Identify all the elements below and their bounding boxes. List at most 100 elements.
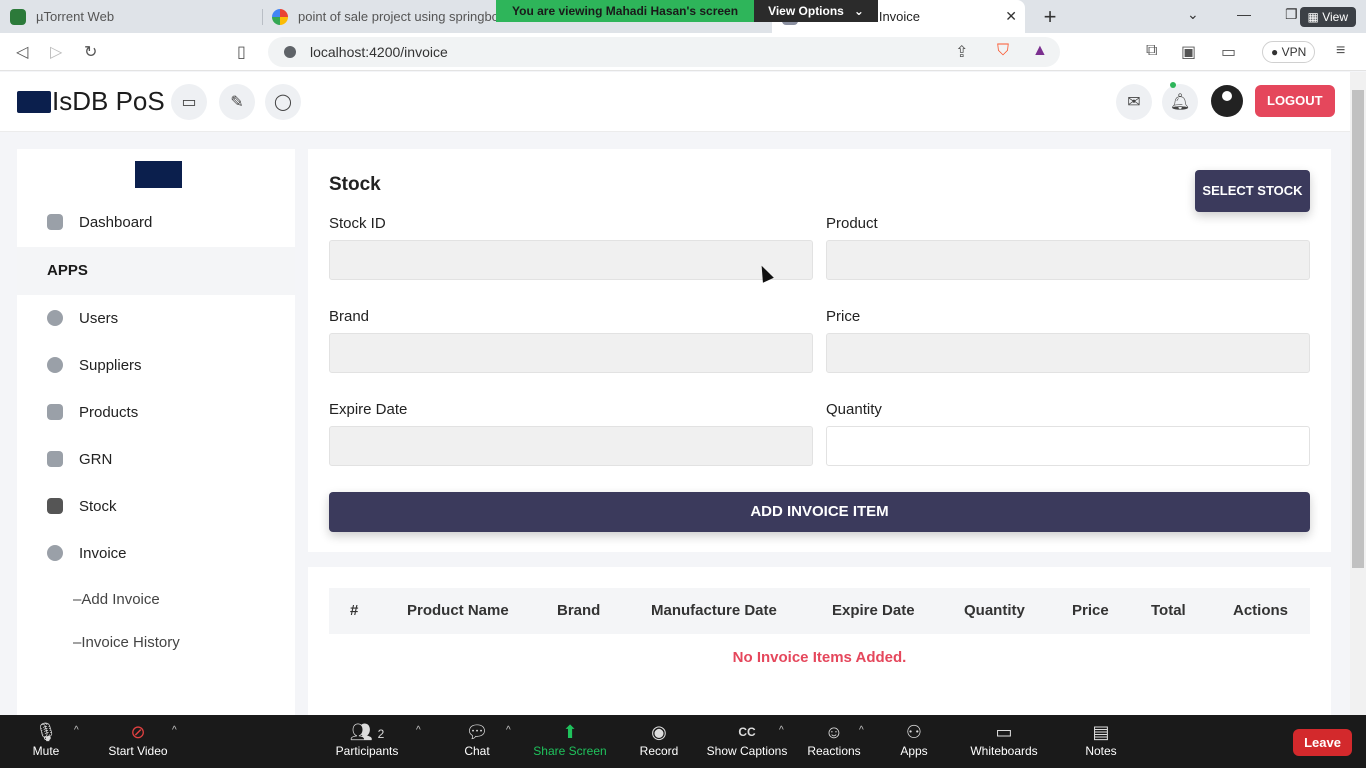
close-tab-icon[interactable]: ✕ [1005, 8, 1017, 25]
dashboard-icon [47, 214, 63, 230]
view-button-label: View [1322, 10, 1348, 24]
record-button[interactable]: ◉ Record [611, 720, 707, 758]
sidebar-item-label: Suppliers [79, 356, 142, 374]
video-options-chevron-icon[interactable]: ^ [172, 725, 177, 736]
sidebar-item-stock[interactable]: Stock [17, 486, 295, 526]
vpn-label: VPN [1281, 45, 1307, 59]
whiteboards-button[interactable]: ▭ Whiteboards [956, 720, 1052, 758]
notes-button[interactable]: ▤ Notes [1053, 720, 1149, 758]
vpn-button[interactable]: ● VPN [1262, 41, 1316, 63]
wallet-icon[interactable]: ▭ [1221, 42, 1236, 62]
user-avatar[interactable] [1211, 85, 1243, 117]
brand-field[interactable] [329, 333, 813, 373]
logout-button[interactable]: LOGOUT [1255, 85, 1335, 117]
sidebar-item-grn[interactable]: GRN [17, 439, 295, 479]
bookmark-icon[interactable]: ▯ [237, 42, 246, 62]
apps-icon: ⚇ [905, 722, 923, 742]
new-tab-button[interactable]: + [1040, 4, 1060, 30]
browser-toolbar: ◁ ▷ ↻ ▯ localhost:4200/invoice ⇪ ⛉ ▲ ⧉ ▣… [0, 33, 1366, 71]
sidebar-logo [135, 161, 182, 188]
participants-options-chevron-icon[interactable]: ^ [416, 725, 421, 736]
sidebar-toggle-icon[interactable]: ▣ [1181, 42, 1196, 62]
mute-options-chevron-icon[interactable]: ^ [74, 725, 79, 736]
minimize-icon[interactable]: — [1237, 6, 1251, 22]
participants-count: 2 [377, 727, 385, 741]
box-icon [47, 404, 63, 420]
browser-tab-google[interactable]: point of sale project using springbo [262, 0, 518, 33]
reload-icon[interactable]: ↻ [84, 42, 97, 62]
app-brand[interactable]: IsDB PoS [52, 86, 165, 117]
column-header-total: Total [1151, 602, 1186, 619]
control-label: Chat [464, 744, 490, 758]
view-options-button[interactable]: View Options ⌄ [754, 0, 878, 22]
sidebar-item-label: Stock [79, 497, 117, 515]
expire-date-field[interactable] [329, 426, 813, 466]
share-icon[interactable]: ⇪ [955, 42, 968, 62]
sidebar-item-label: Users [79, 309, 119, 327]
sidebar-item-label: Dashboard [79, 213, 153, 231]
invoice-items-table: # Product Name Brand Manufacture Date Ex… [308, 567, 1331, 715]
bell-icon[interactable]: 🔔︎ [1162, 84, 1198, 120]
share-screen-icon: ⬆ [562, 722, 578, 742]
whiteboard-icon: ▭ [995, 722, 1013, 742]
app-logo[interactable] [17, 91, 51, 113]
chat-options-chevron-icon[interactable]: ^ [506, 725, 511, 736]
control-label: Record [639, 744, 679, 758]
stock-form-card: Stock SELECT STOCK Stock ID Product Bran… [308, 149, 1331, 552]
page-scrollbar[interactable] [1350, 72, 1366, 715]
notes-icon: ▤ [1092, 722, 1110, 742]
share-screen-button[interactable]: ⬆ Share Screen [522, 720, 618, 758]
address-bar[interactable]: localhost:4200/invoice [268, 37, 1060, 67]
browser-tab-utorrent[interactable]: µTorrent Web [0, 0, 260, 33]
column-header-number: # [350, 602, 359, 619]
users-icon [47, 310, 63, 326]
restore-icon[interactable]: ❐ [1285, 6, 1298, 23]
column-header-quantity: Quantity [964, 602, 1025, 619]
control-label: Notes [1085, 744, 1117, 758]
view-options-label: View Options [768, 4, 844, 18]
column-header-price: Price [1072, 602, 1109, 619]
extensions-icon[interactable]: ⧉ [1146, 42, 1157, 60]
apps-button[interactable]: ⚇ Apps [866, 720, 962, 758]
tab-search-chevron-icon[interactable]: ⌄ [1187, 6, 1199, 23]
reactions-options-chevron-icon[interactable]: ^ [859, 725, 864, 736]
forward-icon[interactable]: ▷ [50, 42, 62, 62]
brave-shield-icon[interactable]: ⛉ [997, 42, 1009, 60]
mute-button[interactable]: 🎙︎ Mute [0, 720, 94, 758]
product-field[interactable] [826, 240, 1310, 280]
sidebar-item-products[interactable]: Products [17, 392, 295, 432]
back-icon[interactable]: ◁ [16, 42, 28, 62]
brand-label: Brand [329, 308, 370, 325]
leave-meeting-button[interactable]: Leave [1293, 729, 1352, 756]
chat-bubble-icon[interactable]: ◯ [265, 84, 301, 120]
edit-icon[interactable]: ✎ [219, 84, 255, 120]
sidebar-item-dashboard[interactable]: Dashboard [17, 202, 295, 242]
sidebar-item-suppliers[interactable]: Suppliers [17, 345, 295, 385]
screen-share-banner: You are viewing Mahadi Hasan's screen Vi… [496, 0, 878, 22]
sidebar-subitem-invoice-history[interactable]: –Invoice History [73, 634, 180, 651]
mail-icon[interactable]: ✉ [1116, 84, 1152, 120]
site-info-icon[interactable] [284, 46, 296, 58]
participants-button[interactable]: 👥︎ 2 Participants [319, 720, 415, 758]
column-header-brand: Brand [557, 602, 601, 619]
sidebar-item-label: GRN [79, 450, 113, 468]
add-invoice-item-button[interactable]: ADD INVOICE ITEM [329, 492, 1310, 532]
microphone-icon: 🎙︎ [34, 722, 58, 742]
sidebar-subitem-add-invoice[interactable]: –Add Invoice [73, 591, 160, 608]
sidebar-section-apps: APPS [17, 247, 295, 295]
price-field[interactable] [826, 333, 1310, 373]
brave-rewards-icon[interactable]: ▲ [1032, 42, 1048, 60]
calendar-icon[interactable]: ▭ [171, 84, 207, 120]
expire-date-label: Expire Date [329, 401, 408, 418]
quantity-field[interactable] [826, 426, 1310, 466]
view-button[interactable]: ▦ View [1299, 7, 1356, 27]
sidebar-item-users[interactable]: Users [17, 298, 295, 338]
stock-id-field[interactable] [329, 240, 813, 280]
control-label: Mute [32, 744, 60, 758]
control-label: Share Screen [533, 744, 607, 758]
menu-icon[interactable]: ≡ [1336, 42, 1345, 60]
captions-options-chevron-icon[interactable]: ^ [779, 725, 784, 736]
sidebar-item-invoice[interactable]: Invoice [17, 533, 295, 573]
select-stock-button[interactable]: SELECT STOCK [1195, 170, 1310, 212]
scrollbar-thumb[interactable] [1352, 90, 1364, 568]
